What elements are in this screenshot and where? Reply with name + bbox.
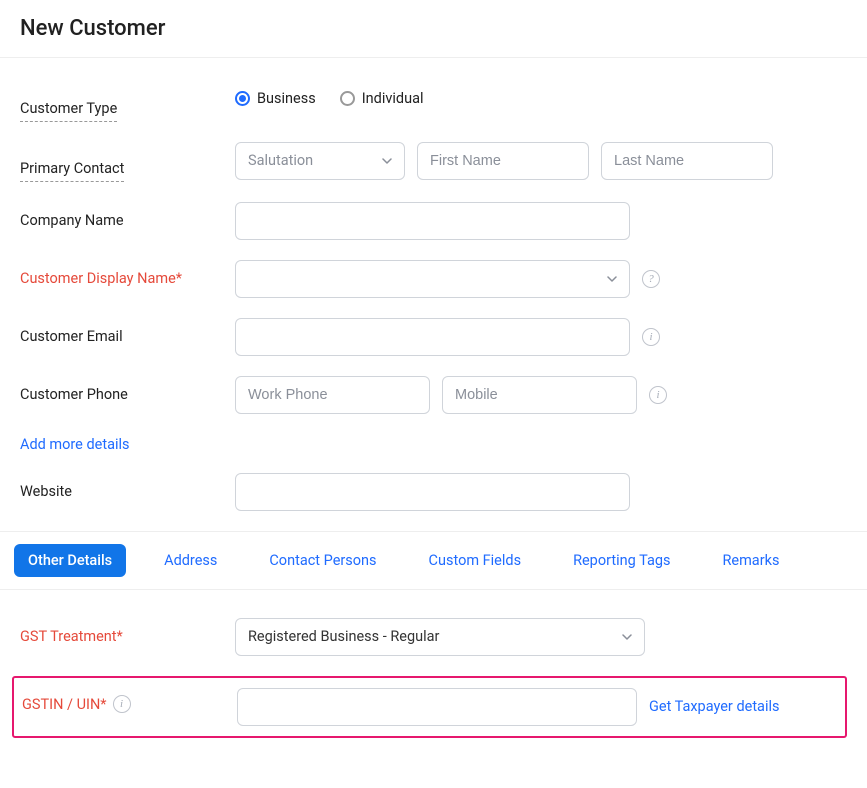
gstin-highlight-box: GSTIN / UIN* i Get Taxpayer details xyxy=(12,676,847,738)
website-label: Website xyxy=(20,473,235,503)
get-taxpayer-details-link[interactable]: Get Taxpayer details xyxy=(649,698,779,715)
customer-email-label: Customer Email xyxy=(20,318,235,348)
customer-email-input[interactable] xyxy=(235,318,630,356)
gst-treatment-select[interactable]: Registered Business - Regular xyxy=(235,618,645,656)
gstin-uin-label: GSTIN / UIN* xyxy=(22,694,107,716)
gst-treatment-label: GST Treatment* xyxy=(20,618,235,648)
tab-other-details[interactable]: Other Details xyxy=(14,544,126,577)
info-icon[interactable]: i xyxy=(113,695,131,713)
radio-unchecked-icon xyxy=(340,91,355,106)
customer-display-name-select[interactable] xyxy=(235,260,630,298)
add-more-details-link[interactable]: Add more details xyxy=(0,436,150,473)
radio-checked-icon xyxy=(235,91,250,106)
chevron-down-icon xyxy=(622,632,632,642)
tab-reporting-tags[interactable]: Reporting Tags xyxy=(559,544,684,577)
customer-phone-label: Customer Phone xyxy=(20,376,235,406)
company-name-label: Company Name xyxy=(20,202,235,232)
tabs-bar: Other Details Address Contact Persons Cu… xyxy=(0,531,867,590)
customer-type-label: Customer Type xyxy=(20,90,117,122)
radio-label: Individual xyxy=(362,90,424,107)
page-title: New Customer xyxy=(20,16,847,41)
tab-address[interactable]: Address xyxy=(150,544,231,577)
customer-display-name-label: Customer Display Name* xyxy=(20,260,235,290)
salutation-placeholder: Salutation xyxy=(248,152,313,169)
first-name-input[interactable] xyxy=(417,142,589,180)
help-icon[interactable]: ? xyxy=(642,270,660,288)
tab-remarks[interactable]: Remarks xyxy=(708,544,793,577)
tab-custom-fields[interactable]: Custom Fields xyxy=(415,544,536,577)
info-icon[interactable]: i xyxy=(642,328,660,346)
work-phone-input[interactable] xyxy=(235,376,430,414)
customer-type-radio-group: Business Individual xyxy=(235,82,424,107)
chevron-down-icon xyxy=(382,156,392,166)
salutation-select[interactable]: Salutation xyxy=(235,142,405,180)
company-name-input[interactable] xyxy=(235,202,630,240)
radio-label: Business xyxy=(257,90,316,107)
header-divider xyxy=(0,57,867,58)
last-name-input[interactable] xyxy=(601,142,773,180)
gst-treatment-value: Registered Business - Regular xyxy=(248,628,439,645)
chevron-down-icon xyxy=(607,274,617,284)
mobile-phone-input[interactable] xyxy=(442,376,637,414)
gstin-uin-input[interactable] xyxy=(237,688,637,726)
info-icon[interactable]: i xyxy=(649,386,667,404)
tab-contact-persons[interactable]: Contact Persons xyxy=(255,544,390,577)
website-input[interactable] xyxy=(235,473,630,511)
customer-type-individual-radio[interactable]: Individual xyxy=(340,90,424,107)
customer-type-business-radio[interactable]: Business xyxy=(235,90,316,107)
primary-contact-label: Primary Contact xyxy=(20,150,124,182)
